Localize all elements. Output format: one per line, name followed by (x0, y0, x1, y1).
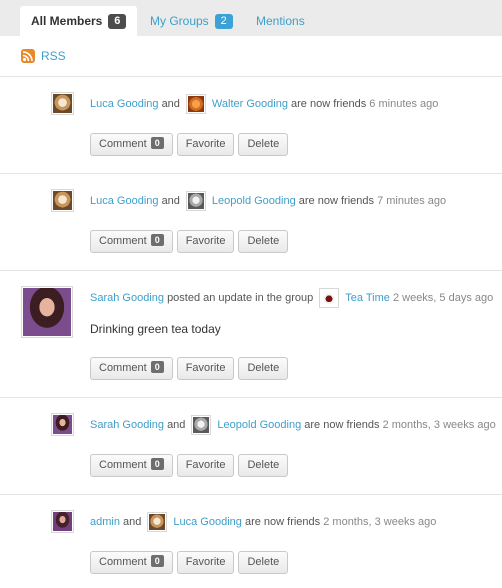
actor-link[interactable]: Luca Gooding (90, 98, 159, 110)
actor-link[interactable]: Luca Gooding (90, 195, 159, 207)
comment-button[interactable]: Comment 0 (90, 454, 173, 477)
activity-time[interactable]: 2 weeks, 5 days ago (393, 292, 493, 304)
comment-count: 0 (150, 234, 164, 246)
delete-button[interactable]: Delete (238, 230, 289, 253)
activity-header: Luca Gooding and Leopold Gooding are now… (90, 190, 446, 212)
button-label: Comment (99, 362, 147, 374)
comment-count: 0 (150, 361, 164, 373)
activity-actions: Comment 0 Favorite Delete (90, 357, 292, 380)
comment-button[interactable]: Comment 0 (90, 230, 173, 253)
divider (0, 173, 502, 174)
avatar[interactable] (21, 286, 73, 338)
activity-tabs: All Members 6 My Groups 2 Mentions (0, 0, 502, 36)
activity-text: and (167, 419, 186, 431)
activity-actions: Comment 0 Favorite Delete (90, 133, 292, 156)
favorite-button[interactable]: Favorite (176, 454, 235, 477)
friend-link[interactable]: Leopold Gooding (212, 195, 296, 207)
actor-link[interactable]: admin (90, 516, 120, 528)
tab-mentions[interactable]: Mentions (245, 6, 316, 36)
delete-button[interactable]: Delete (238, 133, 289, 156)
button-label: Comment (99, 556, 147, 568)
avatar[interactable] (51, 189, 74, 212)
delete-button[interactable]: Delete (238, 551, 289, 574)
activity-text: and (123, 516, 142, 528)
friend-link[interactable]: Luca Gooding (173, 516, 242, 528)
actor-link[interactable]: Sarah Gooding (90, 419, 164, 431)
comment-button[interactable]: Comment 0 (90, 551, 173, 574)
actor-link[interactable]: Sarah Gooding (90, 292, 164, 304)
divider (0, 76, 502, 77)
delete-button[interactable]: Delete (238, 454, 289, 477)
divider (0, 270, 502, 271)
friend-avatar[interactable] (185, 191, 206, 211)
divider (0, 494, 502, 495)
rss-icon (21, 49, 35, 63)
tab-label: Mentions (256, 14, 305, 28)
friend-link[interactable]: Walter Gooding (212, 98, 288, 110)
comment-count: 0 (150, 458, 164, 470)
activity-header: Sarah Gooding posted an update in the gr… (90, 287, 493, 309)
activity-time[interactable]: 2 months, 3 weeks ago (323, 516, 436, 528)
comment-count: 0 (150, 137, 164, 149)
activity-text: and (161, 195, 180, 207)
activity-actions: Comment 0 Favorite Delete (90, 454, 292, 477)
friend-avatar[interactable] (147, 512, 168, 532)
button-label: Comment (99, 138, 147, 150)
activity-text: are now friends (291, 98, 367, 110)
activity-time[interactable]: 2 months, 3 weeks ago (383, 419, 496, 431)
favorite-button[interactable]: Favorite (176, 133, 235, 156)
divider (0, 397, 502, 398)
activity-content: Drinking green tea today (90, 322, 221, 336)
favorite-button[interactable]: Favorite (176, 357, 235, 380)
tab-my-groups[interactable]: My Groups 2 (139, 6, 244, 36)
button-label: Comment (99, 459, 147, 471)
avatar[interactable] (51, 413, 74, 436)
avatar[interactable] (51, 510, 74, 533)
avatar[interactable] (51, 92, 74, 115)
activity-actions: Comment 0 Favorite Delete (90, 551, 292, 574)
tab-all-members[interactable]: All Members 6 (20, 6, 138, 36)
activity-header: Sarah Gooding and Leopold Gooding are no… (90, 414, 496, 436)
favorite-button[interactable]: Favorite (176, 230, 235, 253)
group-link[interactable]: Tea Time (345, 292, 390, 304)
comment-button[interactable]: Comment 0 (90, 357, 173, 380)
activity-time[interactable]: 7 minutes ago (377, 195, 446, 207)
rss-label: RSS (41, 49, 66, 63)
rss-link[interactable]: RSS (21, 48, 66, 64)
tab-count-badge: 6 (108, 14, 127, 29)
tab-count-badge: 2 (214, 14, 233, 29)
button-label: Comment (99, 235, 147, 247)
comment-count: 0 (150, 555, 164, 567)
friend-link[interactable]: Leopold Gooding (217, 419, 301, 431)
friend-avatar[interactable] (191, 415, 212, 435)
activity-time[interactable]: 6 minutes ago (369, 98, 438, 110)
activity-header: admin and Luca Gooding are now friends 2… (90, 511, 436, 533)
favorite-button[interactable]: Favorite (176, 551, 235, 574)
activity-text: are now friends (298, 195, 374, 207)
friend-avatar[interactable] (185, 94, 206, 114)
activity-header: Luca Gooding and Walter Gooding are now … (90, 93, 438, 115)
activity-text: are now friends (304, 419, 380, 431)
comment-button[interactable]: Comment 0 (90, 133, 173, 156)
activity-text: and (161, 98, 180, 110)
activity-text: are now friends (244, 516, 321, 528)
delete-button[interactable]: Delete (238, 357, 289, 380)
group-avatar[interactable] (319, 288, 340, 308)
activity-text: posted an update in the group (167, 292, 314, 304)
tab-label: All Members (31, 14, 103, 28)
tab-label: My Groups (150, 14, 209, 28)
activity-actions: Comment 0 Favorite Delete (90, 230, 292, 253)
